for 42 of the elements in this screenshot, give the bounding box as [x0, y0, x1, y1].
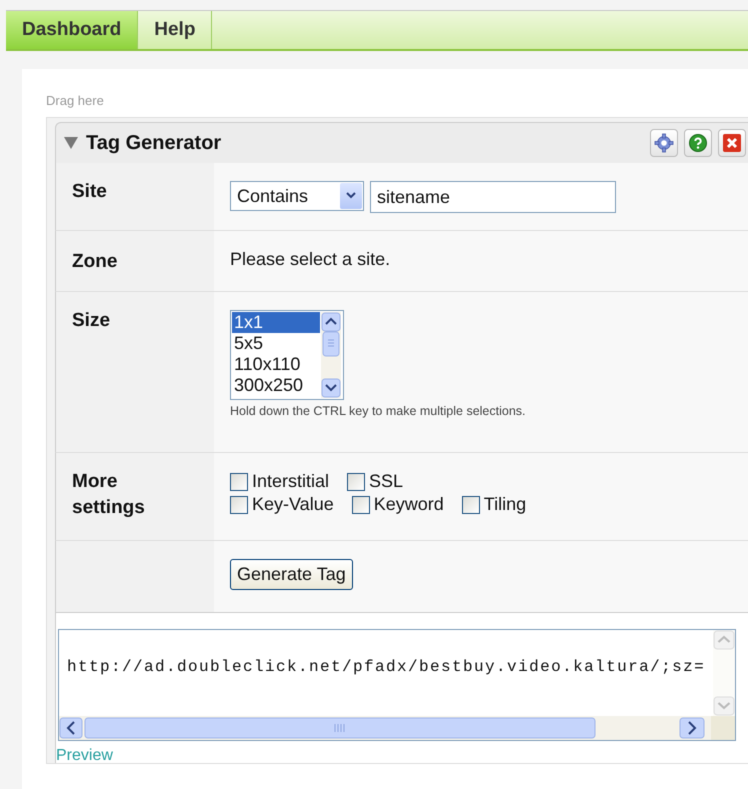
field-label: More settings	[56, 453, 214, 540]
gear-icon	[654, 133, 674, 153]
nav-tab[interactable]: Help	[138, 11, 212, 49]
close-icon	[722, 133, 742, 153]
list-option[interactable]: 110x110	[232, 354, 320, 375]
field-label: Size	[56, 292, 214, 452]
size-listbox[interactable]: 1x1 5x5 110x110 300x250	[230, 310, 344, 400]
operator-dropdown[interactable]: Contains	[230, 181, 364, 211]
checkbox-label: Key-Value	[252, 494, 334, 515]
help-button[interactable]	[684, 129, 712, 157]
site-input-field[interactable]: sitename	[370, 181, 616, 213]
checkbox-label: Interstitial	[252, 471, 330, 492]
collapse-arrow-icon[interactable]	[64, 137, 78, 149]
checkbox-label: Tiling	[484, 494, 526, 515]
checkbox[interactable]	[462, 496, 480, 514]
field-label: Zone	[56, 231, 214, 291]
nav-tab[interactable]: Dashboard	[6, 11, 138, 49]
checkbox-option[interactable]: Key-Value	[230, 494, 334, 515]
field-label: Site	[56, 163, 214, 230]
settings-button[interactable]	[650, 129, 678, 157]
checkbox[interactable]	[230, 496, 248, 514]
tag-code: http://ad.doubleclick.net/pfadx/bestbuy.video.kaltura/;sz=	[66, 657, 706, 678]
checkbox[interactable]	[347, 472, 366, 490]
checkbox-option[interactable]: SSL	[347, 471, 404, 492]
widget-title: Tag Generator	[86, 132, 222, 154]
zone-message: Please select a site.	[230, 249, 390, 270]
checkbox-label: SSL	[369, 471, 404, 492]
checkbox-label: Keyword	[374, 494, 444, 515]
help-icon	[688, 133, 708, 153]
tag-output-area[interactable]: http://ad.doubleclick.net/pfadx/bestbuy.video.kaltura/;sz=	[58, 629, 736, 741]
close-button[interactable]	[718, 129, 746, 157]
drop-hint: Drag here	[46, 93, 105, 110]
hint-text: Hold down the CTRL key to make multiple selections.	[230, 404, 526, 418]
checkbox-option[interactable]: Tiling	[462, 494, 526, 515]
list-option[interactable]: 300x250	[232, 375, 320, 396]
checkbox[interactable]	[352, 496, 370, 514]
generate-tag-button[interactable]: Generate Tag	[230, 559, 353, 590]
list-option[interactable]: 1x1	[232, 312, 320, 333]
checkbox-option[interactable]: Keyword	[352, 494, 444, 515]
checkbox[interactable]	[230, 472, 248, 490]
checkbox-option[interactable]: Interstitial	[230, 471, 330, 492]
list-option[interactable]: 5x5	[232, 333, 320, 354]
